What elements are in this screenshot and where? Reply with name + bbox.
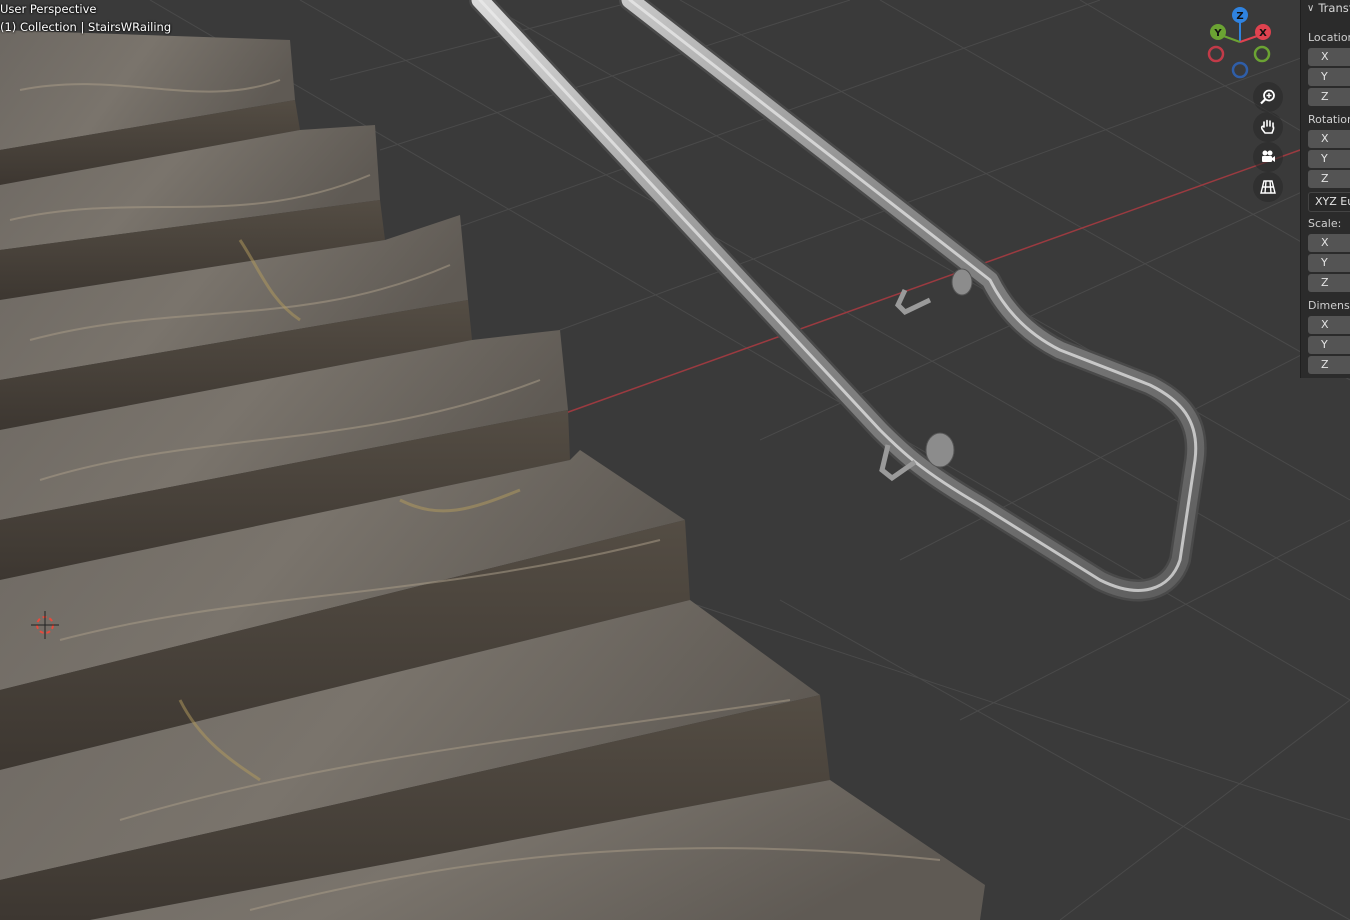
grid-ortho-icon [1260,180,1276,194]
rotation-label: Rotation: [1308,113,1350,126]
navigation-gizmo[interactable]: Z Y X [1200,4,1284,88]
location-z-field[interactable]: Z [1308,88,1350,106]
zoom-button[interactable] [1253,82,1283,112]
gizmo-x-label: X [1259,28,1267,39]
viewport-title: User Perspective [0,2,97,16]
rotation-y-field[interactable]: Y [1308,150,1350,168]
dimensions-x-field[interactable]: X [1308,316,1350,334]
gizmo-neg-y-axis[interactable] [1253,45,1271,63]
hand-pan-icon [1260,119,1275,134]
dimensions-y-field[interactable]: Y [1308,336,1350,354]
gizmo-y-label: Y [1213,28,1222,39]
chevron-down-icon: ∨ [1307,2,1315,14]
ortho-toggle-button[interactable] [1253,172,1283,202]
transform-header-label: Transform [1318,1,1350,15]
location-y-field[interactable]: Y [1308,68,1350,86]
location-label: Location: [1308,31,1350,44]
scale-y-field[interactable]: Y [1308,254,1350,272]
gizmo-neg-x-axis[interactable] [1207,45,1225,63]
rotation-mode-select[interactable]: XYZ Euler [1308,192,1350,212]
sidebar-n-panel[interactable]: ∨ Transform Location: X Y Z Rotation: X … [1300,0,1350,378]
camera-view-button[interactable] [1253,142,1283,172]
transform-panel-header[interactable]: ∨ Transform [1307,1,1350,15]
rotation-x-field[interactable]: X [1308,130,1350,148]
dimensions-label: Dimensions: [1308,299,1350,312]
gizmo-neg-z-axis[interactable] [1231,61,1249,79]
viewport-scene[interactable] [0,0,1350,920]
pan-button[interactable] [1253,112,1283,142]
scale-x-field[interactable]: X [1308,234,1350,252]
dimensions-z-field[interactable]: Z [1308,356,1350,374]
scale-z-field[interactable]: Z [1308,274,1350,292]
location-x-field[interactable]: X [1308,48,1350,66]
3d-viewport[interactable]: User Perspective (1) Collection | Stairs… [0,0,1350,920]
gizmo-z-label: Z [1236,11,1243,22]
zoom-icon [1260,89,1275,105]
camera-icon [1262,150,1275,162]
rotation-z-field[interactable]: Z [1308,170,1350,188]
collection-label: (1) Collection | StairsWRailing [0,20,172,34]
scale-label: Scale: [1308,217,1342,230]
